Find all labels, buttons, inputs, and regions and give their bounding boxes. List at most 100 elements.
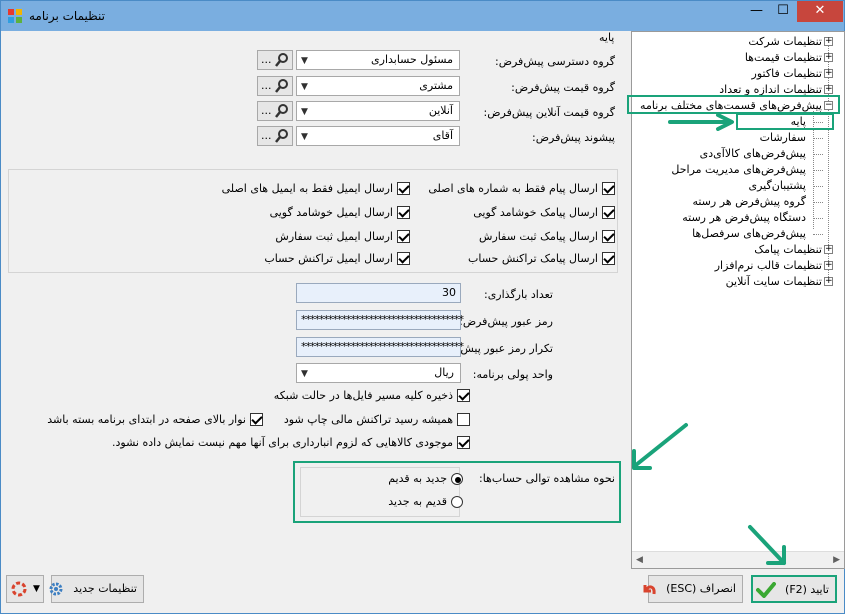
check-always-print-receipt[interactable]: همیشه رسید تراکنش مالی چاپ شود <box>284 412 470 428</box>
tree-item-prices[interactable]: تنظیمات قیمت‌ها <box>745 51 822 65</box>
checkbox[interactable] <box>397 229 410 243</box>
tree-item-device-per-category[interactable]: دستگاه پیش‌فرض هر رسته <box>682 211 806 225</box>
default-password-label: رمز عبور پیش‌فرض: <box>459 315 553 328</box>
title-bar[interactable]: تنظیمات برنامه — ☐ ✕ <box>1 1 844 31</box>
arrow-annotation-icon <box>668 113 734 131</box>
repeat-password-input[interactable]: ************************************ <box>296 337 464 357</box>
radio-new-to-old[interactable]: جدید به قدیم <box>388 471 463 487</box>
chevron-down-icon: ▼ <box>301 132 308 142</box>
check-email-main-only[interactable]: ارسال ایمیل فقط به ایمیل های اصلی <box>222 181 410 197</box>
maximize-button[interactable]: ☐ <box>770 1 796 22</box>
arrow-annotation-icon <box>632 423 688 470</box>
currency-label: واحد پولی برنامه: <box>472 368 553 381</box>
expand-icon[interactable]: + <box>824 53 833 62</box>
default-online-price-group-select[interactable]: آنلاین ▼ <box>296 101 460 121</box>
arrow-annotation-icon <box>748 525 786 565</box>
default-prefix-select[interactable]: آقای ▼ <box>296 126 460 146</box>
lifebuoy-icon <box>11 581 27 597</box>
check-email-transaction[interactable]: ارسال ایمیل تراکنش حساب <box>264 251 410 267</box>
lookup-button[interactable]: ... <box>257 126 293 146</box>
default-access-select[interactable]: مسئول حسابداری ▼ <box>296 50 460 70</box>
highlight-tree-selected <box>736 113 834 130</box>
tree-item-sms[interactable]: تنظیمات پیامک <box>754 243 822 257</box>
check-email-order[interactable]: ارسال ایمیل ثبت سفارش <box>275 229 410 245</box>
checkbox[interactable] <box>602 205 615 219</box>
lifebuoy-dropdown-button[interactable]: ▼ <box>6 575 44 603</box>
checkbox[interactable] <box>250 412 263 426</box>
bottom-bar: تایید (F2) انصراف (ESC) تنظیمات جدید ▼ <box>1 525 844 613</box>
currency-select[interactable]: ریال ▼ <box>296 363 461 383</box>
search-icon <box>275 79 288 93</box>
radio-old-to-new[interactable]: قدیم به جدید <box>388 494 463 510</box>
checkbox[interactable] <box>397 181 410 195</box>
checkbox[interactable] <box>602 251 615 265</box>
default-prefix-label: پیشوند پیش‌فرض: <box>532 131 615 144</box>
reload-count-label: تعداد بارگذاری: <box>483 288 553 301</box>
lookup-button[interactable]: ... <box>257 101 293 121</box>
expand-icon[interactable]: + <box>824 261 833 270</box>
gear-icon <box>49 582 63 596</box>
client-area: تنظیمات شرکت + تنظیمات قیمت‌ها + تنظیمات… <box>8 31 845 571</box>
reload-count-input[interactable]: 30 <box>296 283 461 303</box>
horizontal-scrollbar[interactable]: ◀ ▶ <box>632 551 844 568</box>
default-price-group-label: گروه قیمت پیش‌فرض: <box>511 81 615 94</box>
check-sms-order[interactable]: ارسال پیامک ثبت سفارش <box>479 229 615 245</box>
chevron-down-icon: ▼ <box>301 107 308 117</box>
highlight-tree-parent <box>627 95 840 114</box>
search-icon <box>275 53 288 67</box>
default-online-price-group-label: گروه قیمت آنلاین پیش‌فرض: <box>483 106 615 119</box>
check-sms-main-only[interactable]: ارسال پیام فقط به شماره های اصلی <box>428 181 615 197</box>
radio-button[interactable] <box>451 496 463 508</box>
checkbox[interactable] <box>602 229 615 243</box>
checkbox[interactable] <box>457 412 470 426</box>
expand-icon[interactable]: + <box>824 277 833 286</box>
checkbox[interactable] <box>602 181 615 195</box>
check-sms-transaction[interactable]: ارسال پیامک تراکنش حساب <box>468 251 615 267</box>
tree-item-invoice[interactable]: تنظیمات فاکتور <box>752 67 822 81</box>
base-settings-panel: پایه گروه دسترسی پیش‌فرض: مسئول حسابداری… <box>8 31 688 569</box>
ok-button[interactable]: تایید (F2) <box>751 575 837 603</box>
close-button[interactable]: ✕ <box>797 1 843 22</box>
tree-item-template[interactable]: تنظیمات قالب نرم‌افزار <box>715 259 822 273</box>
default-access-label: گروه دسترسی پیش‌فرض: <box>494 55 615 68</box>
tree-item-headings[interactable]: پیش‌فرض‌های سرفصل‌ها <box>692 227 806 241</box>
cancel-button[interactable]: انصراف (ESC) <box>643 575 743 603</box>
group-title: پایه <box>599 31 615 44</box>
expand-icon[interactable]: + <box>824 37 833 46</box>
check-email-welcome[interactable]: ارسال ایمیل خوشامد گویی <box>270 205 410 221</box>
search-icon <box>275 104 288 118</box>
expand-icon[interactable]: + <box>824 69 833 78</box>
scroll-right-icon[interactable]: ▶ <box>833 555 840 565</box>
chevron-down-icon: ▼ <box>301 56 308 66</box>
check-save-network-paths[interactable]: ذخیره کلیه مسیر فایل‌ها در حالت شبکه <box>274 388 470 404</box>
checkbox[interactable] <box>397 251 410 265</box>
tree-item-backup[interactable]: پشتیبان‌گیری <box>749 179 807 193</box>
expand-icon[interactable]: + <box>824 245 833 254</box>
radio-button[interactable] <box>451 473 463 485</box>
lookup-button[interactable]: ... <box>257 50 293 70</box>
tree-item-stages[interactable]: پیش‌فرض‌های مدیریت مراحل <box>671 163 806 177</box>
tree-item-kalaid[interactable]: پیش‌فرض‌های کالاآی‌دی <box>700 147 806 161</box>
lookup-button[interactable]: ... <box>257 76 293 96</box>
scroll-left-icon[interactable]: ◀ <box>636 555 643 565</box>
chevron-down-icon: ▼ <box>33 584 40 594</box>
check-top-bar-closed[interactable]: نوار بالای صفحه در ابتدای برنامه بسته با… <box>47 412 263 428</box>
new-settings-button[interactable]: تنظیمات جدید <box>49 575 144 603</box>
expand-icon[interactable]: + <box>824 85 833 94</box>
checkbox[interactable] <box>457 388 470 402</box>
checkbox[interactable] <box>457 435 470 449</box>
settings-window: تنظیمات برنامه — ☐ ✕ تنظیمات شرکت + تنظی… <box>0 0 845 614</box>
view-order-label: نحوه مشاهده توالی حساب‌ها: <box>479 472 615 485</box>
checkmark-icon <box>755 582 776 598</box>
default-price-group-select[interactable]: مشتری ▼ <box>296 76 460 96</box>
minimize-button[interactable]: — <box>743 1 770 22</box>
check-hide-stock[interactable]: موجودی کالاهایی که لزوم انبارداری برای آ… <box>112 435 470 451</box>
tree-item-orders[interactable]: سفارشات <box>760 131 806 145</box>
checkbox[interactable] <box>397 205 410 219</box>
default-password-input[interactable]: ************************************ <box>296 310 464 330</box>
tree-item-company[interactable]: تنظیمات شرکت <box>748 35 822 49</box>
tree-item-online-site[interactable]: تنظیمات سایت آنلاین <box>726 275 822 289</box>
tree-item-group-per-category[interactable]: گروه پیش‌فرض هر رسته <box>692 195 806 209</box>
chevron-down-icon: ▼ <box>301 82 308 92</box>
check-sms-welcome[interactable]: ارسال پیامک خوشامد گویی <box>473 205 615 221</box>
